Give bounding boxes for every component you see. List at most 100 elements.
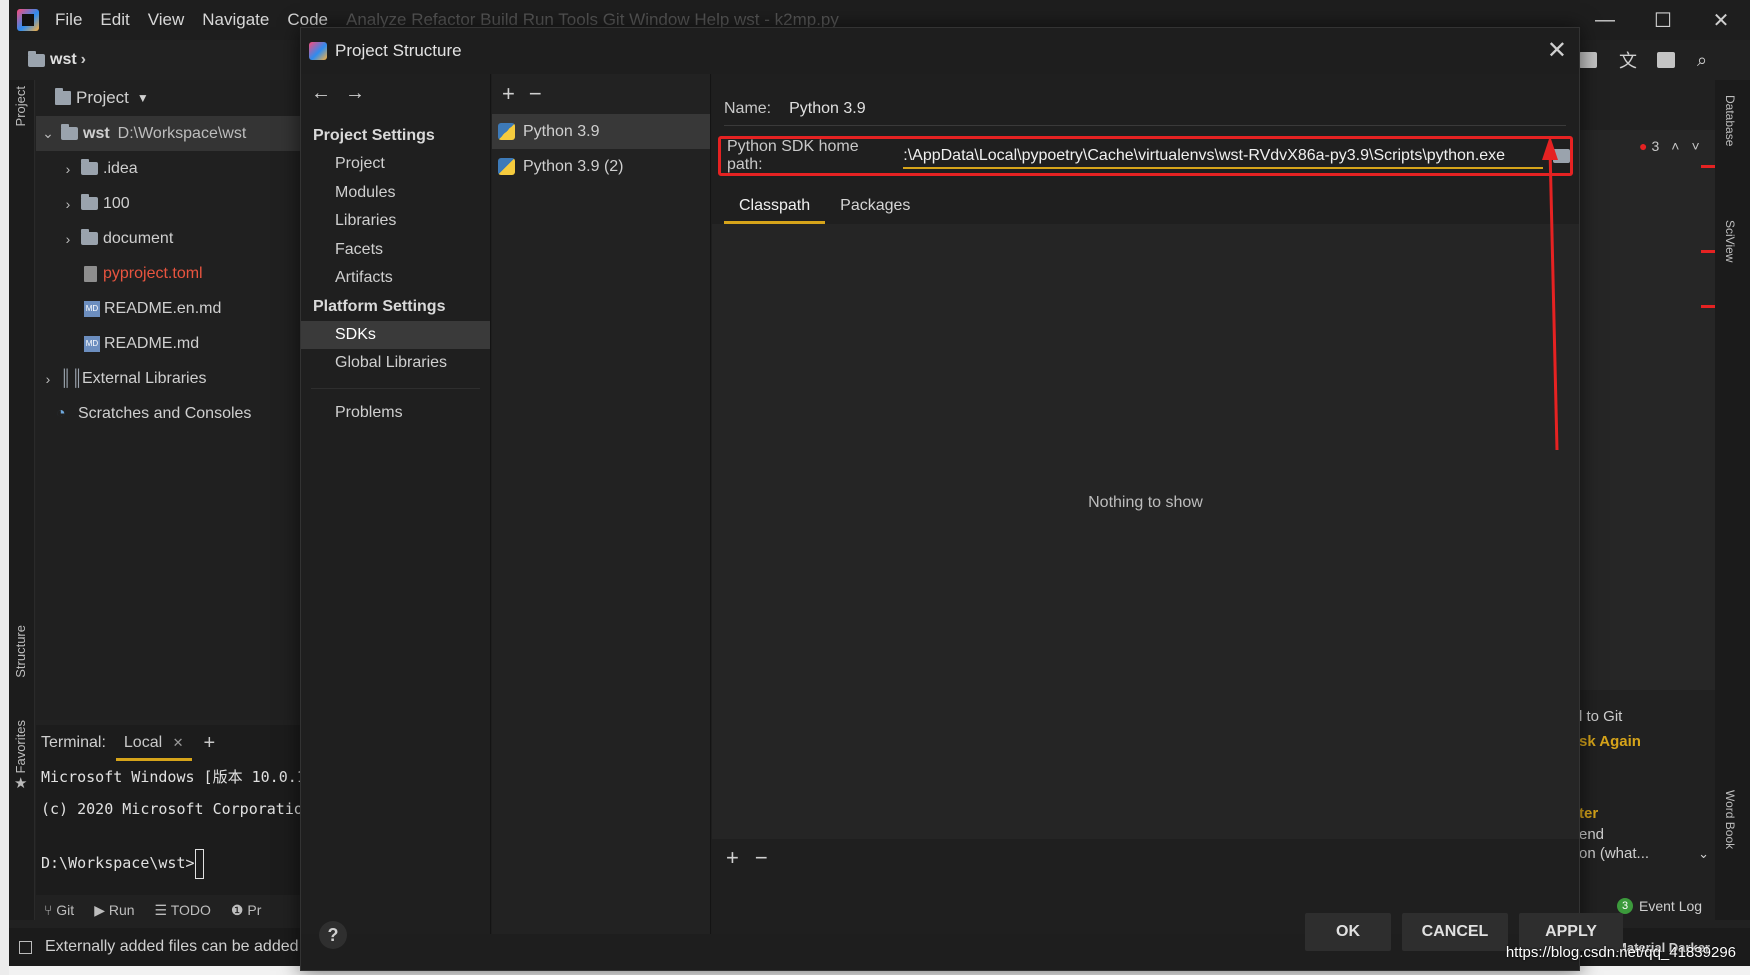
chevron-down-icon[interactable]: ⌄ xyxy=(1698,846,1709,862)
breadcrumb-project[interactable]: wst xyxy=(50,51,77,69)
terminal-label: Terminal: xyxy=(41,734,106,751)
tree-item-external-libraries[interactable]: › ║║ External Libraries xyxy=(36,361,306,396)
remove-sdk-icon[interactable]: − xyxy=(529,81,542,107)
tool-favorites[interactable]: Favorites xyxy=(13,720,28,773)
sdk-item[interactable]: Python 3.9 (2) xyxy=(492,149,710,184)
folder-icon xyxy=(81,159,98,175)
cancel-button[interactable]: CANCEL xyxy=(1402,913,1508,951)
tree-item-readme[interactable]: MD README.md xyxy=(36,326,306,361)
nav-artifacts[interactable]: Artifacts xyxy=(301,264,490,293)
notification-text: l to Git xyxy=(1579,708,1623,725)
status-checkbox-icon[interactable] xyxy=(19,940,32,954)
tab-packages[interactable]: Packages xyxy=(825,188,925,224)
collapsed-chevron-icon: › xyxy=(65,160,71,177)
collapsed-chevron-icon: › xyxy=(45,370,51,387)
dialog-title: Project Structure xyxy=(335,41,462,60)
tree-item-idea[interactable]: › .idea xyxy=(36,151,306,186)
tree-item-pyproject[interactable]: pyproject.toml xyxy=(36,256,306,291)
terminal-prompt-line[interactable]: D:\Workspace\wst> xyxy=(36,847,306,879)
name-field[interactable]: Python 3.9 xyxy=(789,100,866,118)
todo-tool[interactable]: ☰ TODO xyxy=(155,902,211,919)
close-tab-icon[interactable]: ✕ xyxy=(173,735,184,750)
menu-file[interactable]: File xyxy=(55,10,82,30)
nav-facets[interactable]: Facets xyxy=(301,236,490,265)
project-view-icon xyxy=(55,88,71,105)
tree-item-100[interactable]: › 100 xyxy=(36,186,306,221)
terminal-tab-local[interactable]: Local ✕ xyxy=(115,725,192,761)
error-count: 3 xyxy=(1651,138,1660,154)
name-label: Name: xyxy=(724,99,772,117)
platform-settings-heading: Platform Settings xyxy=(313,297,446,315)
run-tool[interactable]: ▶ Run xyxy=(94,902,134,919)
menu-navigate[interactable]: Navigate xyxy=(202,10,269,30)
todo-tool-label: TODO xyxy=(170,901,211,918)
nav-sdks[interactable]: SDKs xyxy=(301,320,490,349)
sdk-item-label: Python 3.9 xyxy=(523,122,600,140)
close-icon[interactable]: ✕ xyxy=(1547,36,1567,65)
tab-classpath[interactable]: Classpath xyxy=(724,188,826,224)
search-icon[interactable]: ⌕ xyxy=(1697,50,1707,71)
terminal-line: Microsoft Windows [版本 10.0.1 xyxy=(41,768,306,786)
problems-tool[interactable]: ❶ Pr xyxy=(231,902,261,919)
chevron-down-icon[interactable]: ˅ xyxy=(1691,138,1699,154)
terminal-window-icon[interactable] xyxy=(1657,52,1675,68)
error-marker[interactable] xyxy=(1701,305,1715,308)
editor-area: ● 3 ˄ ˅ xyxy=(1579,130,1715,690)
translate-icon[interactable]: 文 xyxy=(1619,47,1637,73)
tool-project[interactable]: Project xyxy=(13,86,28,126)
error-indicator[interactable]: ● 3 ˄ ˅ xyxy=(1639,138,1700,154)
tree-root[interactable]: ⌄ wst D:\Workspace\wst xyxy=(36,116,306,151)
notification-text: end xyxy=(1579,826,1605,843)
add-path-icon[interactable]: + xyxy=(726,845,739,871)
tool-word-book[interactable]: Word Book xyxy=(1723,790,1737,849)
maximize-icon[interactable]: ☐ xyxy=(1634,8,1692,33)
close-window-icon[interactable]: ✕ xyxy=(1692,8,1750,33)
add-terminal-icon[interactable]: + xyxy=(204,732,216,755)
remove-path-icon[interactable]: − xyxy=(755,845,768,871)
forward-arrow-icon[interactable]: → xyxy=(345,82,365,105)
chevron-right-icon: › xyxy=(80,51,86,68)
sdk-path-field[interactable]: :\AppData\Local\pypoetry\Cache\virtualen… xyxy=(903,143,1543,169)
terminal-blank xyxy=(36,825,306,847)
project-view-header[interactable]: Project ▼ xyxy=(36,80,306,116)
back-arrow-icon[interactable]: ← xyxy=(311,82,331,105)
tree-item-scratches[interactable]: ◔ Scratches and Consoles xyxy=(36,396,306,431)
notification-title: ter xyxy=(1579,805,1599,822)
nav-divider xyxy=(311,387,480,389)
tree-item-label: document xyxy=(103,229,174,247)
status-message[interactable]: Externally added files can be added xyxy=(45,938,299,956)
nav-project[interactable]: Project xyxy=(301,150,490,179)
add-sdk-icon[interactable]: + xyxy=(502,81,515,107)
error-marker[interactable] xyxy=(1701,250,1715,253)
project-structure-icon[interactable] xyxy=(1579,52,1597,68)
tool-database[interactable]: Database xyxy=(1723,95,1737,146)
tree-item-document[interactable]: › document xyxy=(36,221,306,256)
event-log[interactable]: 3 Event Log xyxy=(1617,898,1702,914)
error-marker[interactable] xyxy=(1701,165,1715,168)
tree-item-readme-en[interactable]: MD README.en.md xyxy=(36,291,306,326)
nav-problems[interactable]: Problems xyxy=(301,399,490,428)
ok-button[interactable]: OK xyxy=(1305,913,1391,951)
sdk-item[interactable]: Python 3.9 xyxy=(492,114,710,149)
project-view-label: Project xyxy=(76,88,129,107)
menu-view[interactable]: View xyxy=(148,10,185,30)
collapsed-chevron-icon: › xyxy=(65,195,71,212)
help-button[interactable]: ? xyxy=(319,921,347,949)
sdk-list-toolbar: + − xyxy=(492,74,710,114)
tool-sciview[interactable]: SciView xyxy=(1723,220,1737,262)
git-tool[interactable]: ⑂ Git xyxy=(44,902,74,918)
minimize-icon[interactable]: — xyxy=(1576,9,1634,32)
menu-edit[interactable]: Edit xyxy=(100,10,129,30)
right-toolbar: 文 ⌕ xyxy=(1579,42,1750,78)
nav-global-libraries[interactable]: Global Libraries xyxy=(301,349,490,378)
watermark: https://blog.csdn.net/qq_41839296 xyxy=(1505,944,1736,961)
error-icon: ● xyxy=(1639,138,1648,154)
tool-structure[interactable]: Structure xyxy=(13,625,28,678)
browse-folder-icon[interactable] xyxy=(1552,149,1570,163)
notification-action[interactable]: sk Again xyxy=(1579,733,1709,750)
nav-libraries[interactable]: Libraries xyxy=(301,207,490,236)
chevron-up-icon[interactable]: ˄ xyxy=(1671,138,1679,154)
markdown-file-icon: MD xyxy=(84,335,100,352)
nav-modules[interactable]: Modules xyxy=(301,179,490,208)
